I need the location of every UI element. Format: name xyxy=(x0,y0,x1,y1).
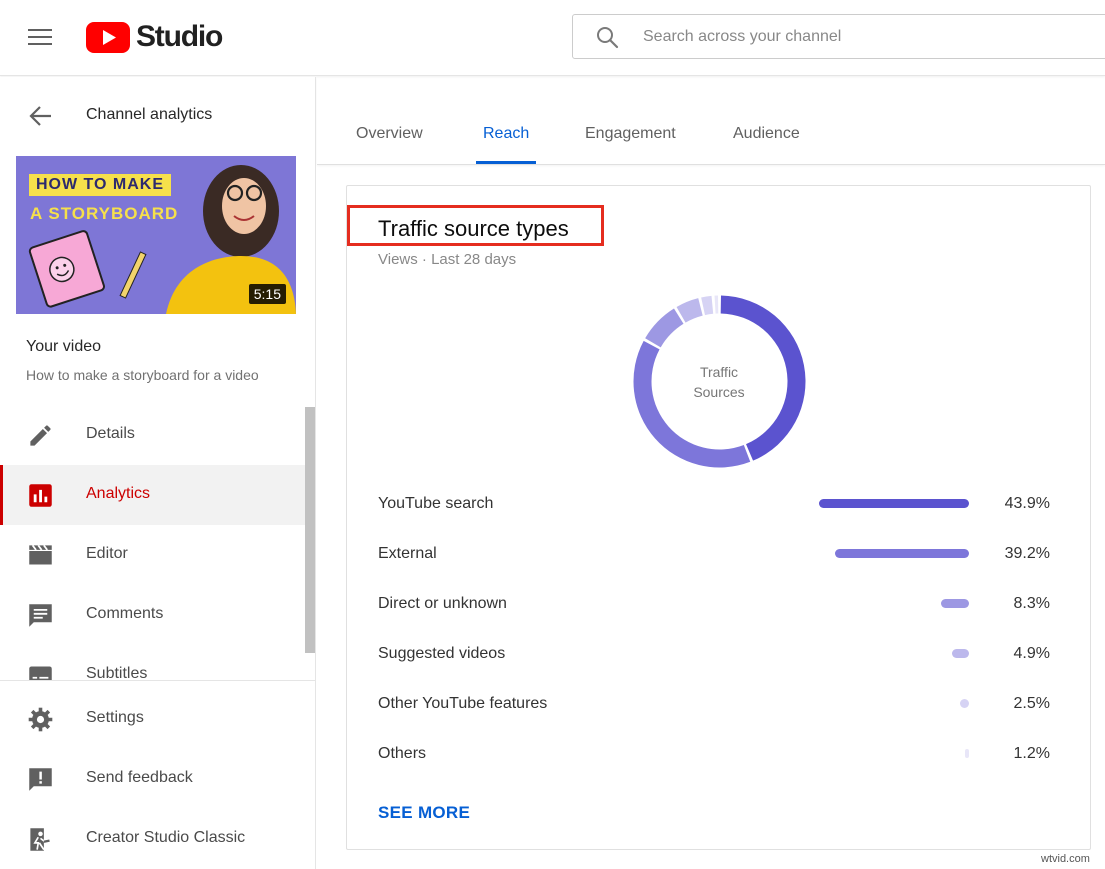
traffic-bar xyxy=(941,599,969,608)
youtube-logo-icon xyxy=(86,22,130,53)
traffic-source-card: Traffic source types Views · Last 28 day… xyxy=(346,185,1091,850)
sidebar-nav-scroll: Details Analytics Editor Comm xyxy=(0,405,315,680)
traffic-percentage: 39.2% xyxy=(1005,545,1050,563)
donut-slice-other-youtube-features[interactable] xyxy=(701,296,713,315)
top-bar: Studio xyxy=(0,0,1105,76)
traffic-row-direct-or-unknown[interactable]: Direct or unknown 8.3% xyxy=(347,590,1092,640)
subtitles-icon xyxy=(27,662,54,680)
clapperboard-icon xyxy=(27,542,54,569)
your-video-label: Your video xyxy=(26,338,101,356)
thumbnail-text-line2: A STORYBOARD xyxy=(30,204,178,224)
sidebar-scrollbar[interactable] xyxy=(305,407,315,653)
traffic-bar-track xyxy=(817,649,969,658)
video-duration-badge: 5:15 xyxy=(249,284,286,304)
traffic-bar xyxy=(960,699,969,708)
traffic-bar xyxy=(952,649,969,658)
donut-slice-suggested-videos[interactable] xyxy=(677,298,703,322)
traffic-bar-track xyxy=(817,499,969,508)
studio-logo[interactable]: Studio xyxy=(86,20,222,54)
traffic-percentage: 8.3% xyxy=(1014,595,1050,613)
traffic-source-label: Others xyxy=(378,745,426,763)
sidebar-item-editor[interactable]: Editor xyxy=(0,525,305,585)
traffic-bar-track xyxy=(817,549,969,558)
tab-engagement[interactable]: Engagement xyxy=(585,125,676,143)
traffic-percentage: 1.2% xyxy=(1014,745,1050,763)
analytics-tabs: Overview Reach Engagement Audience xyxy=(317,77,1105,165)
gear-icon xyxy=(27,706,54,733)
sidebar-item-label: Send feedback xyxy=(86,769,193,787)
traffic-row-external[interactable]: External 39.2% xyxy=(347,540,1092,590)
traffic-percentage: 4.9% xyxy=(1014,645,1050,663)
sidebar: Channel analytics HOW TO MAKE A STORYBOA… xyxy=(0,77,316,869)
sidebar-title: Channel analytics xyxy=(86,106,212,124)
traffic-bar-track xyxy=(817,599,969,608)
traffic-bar-track xyxy=(817,749,969,758)
sidebar-item-subtitles[interactable]: Subtitles xyxy=(0,645,305,680)
traffic-source-label: Suggested videos xyxy=(378,645,505,663)
thumbnail-text-line1: HOW TO MAKE xyxy=(29,174,171,196)
sidebar-item-label: Creator Studio Classic xyxy=(86,829,245,847)
hamburger-menu-icon[interactable] xyxy=(26,24,54,52)
see-more-link[interactable]: SEE MORE xyxy=(378,803,470,823)
sidebar-item-creator-studio-classic[interactable]: Creator Studio Classic xyxy=(0,809,305,869)
sidebar-item-details[interactable]: Details xyxy=(0,405,305,465)
comment-icon xyxy=(27,602,54,629)
sidebar-item-label: Analytics xyxy=(86,485,150,503)
classic-studio-icon xyxy=(27,826,54,853)
traffic-source-label: YouTube search xyxy=(378,495,493,513)
traffic-bar xyxy=(819,499,969,508)
tab-reach[interactable]: Reach xyxy=(483,125,529,143)
donut-label-line1: Traffic xyxy=(669,362,769,382)
donut-label-line2: Sources xyxy=(669,382,769,402)
traffic-row-youtube-search[interactable]: YouTube search 43.9% xyxy=(347,490,1092,540)
tab-audience[interactable]: Audience xyxy=(733,125,800,143)
traffic-row-other-youtube-features[interactable]: Other YouTube features 2.5% xyxy=(347,690,1092,740)
feedback-icon xyxy=(27,766,54,793)
traffic-row-others[interactable]: Others 1.2% xyxy=(347,740,1092,790)
analytics-icon xyxy=(27,482,54,509)
tab-overview[interactable]: Overview xyxy=(356,125,423,143)
logo-text: Studio xyxy=(136,20,222,54)
search-input[interactable] xyxy=(643,15,1105,58)
sidebar-item-label: Comments xyxy=(86,605,163,623)
sidebar-item-comments[interactable]: Comments xyxy=(0,585,305,645)
sidebar-item-label: Editor xyxy=(86,545,128,563)
traffic-source-label: External xyxy=(378,545,437,563)
traffic-source-label: Other YouTube features xyxy=(378,695,547,713)
search-icon[interactable] xyxy=(595,25,619,49)
sidebar-item-analytics[interactable]: Analytics xyxy=(0,465,305,525)
donut-center-label: Traffic Sources xyxy=(669,362,769,402)
traffic-bar-track xyxy=(817,699,969,708)
back-arrow-icon[interactable] xyxy=(28,103,54,129)
watermark: wtvid.com xyxy=(1041,853,1090,865)
sidebar-item-send-feedback[interactable]: Send feedback xyxy=(0,749,305,809)
sidebar-item-settings[interactable]: Settings xyxy=(0,689,305,749)
active-tab-indicator xyxy=(476,161,536,164)
traffic-percentage: 2.5% xyxy=(1014,695,1050,713)
card-title: Traffic source types xyxy=(378,216,569,242)
card-subtitle: Views · Last 28 days xyxy=(378,251,516,268)
video-thumbnail[interactable]: HOW TO MAKE A STORYBOARD 5:15 xyxy=(16,156,296,314)
donut-slice-external[interactable] xyxy=(634,341,751,468)
video-title[interactable]: How to make a storyboard for a video xyxy=(26,367,294,383)
traffic-bar xyxy=(835,549,969,558)
traffic-row-suggested-videos[interactable]: Suggested videos 4.9% xyxy=(347,640,1092,690)
search-box[interactable] xyxy=(572,14,1105,59)
donut-slice-others[interactable] xyxy=(715,296,719,314)
sidebar-item-label: Subtitles xyxy=(86,665,147,680)
traffic-percentage: 43.9% xyxy=(1005,495,1050,513)
donut-slice-direct-or-unknown[interactable] xyxy=(645,309,683,348)
traffic-source-label: Direct or unknown xyxy=(378,595,507,613)
traffic-bar xyxy=(965,749,969,758)
sidebar-header: Channel analytics xyxy=(0,77,315,155)
pencil-icon xyxy=(27,422,54,449)
sidebar-divider xyxy=(0,680,315,681)
sidebar-item-label: Details xyxy=(86,425,135,443)
sidebar-item-label: Settings xyxy=(86,709,144,727)
